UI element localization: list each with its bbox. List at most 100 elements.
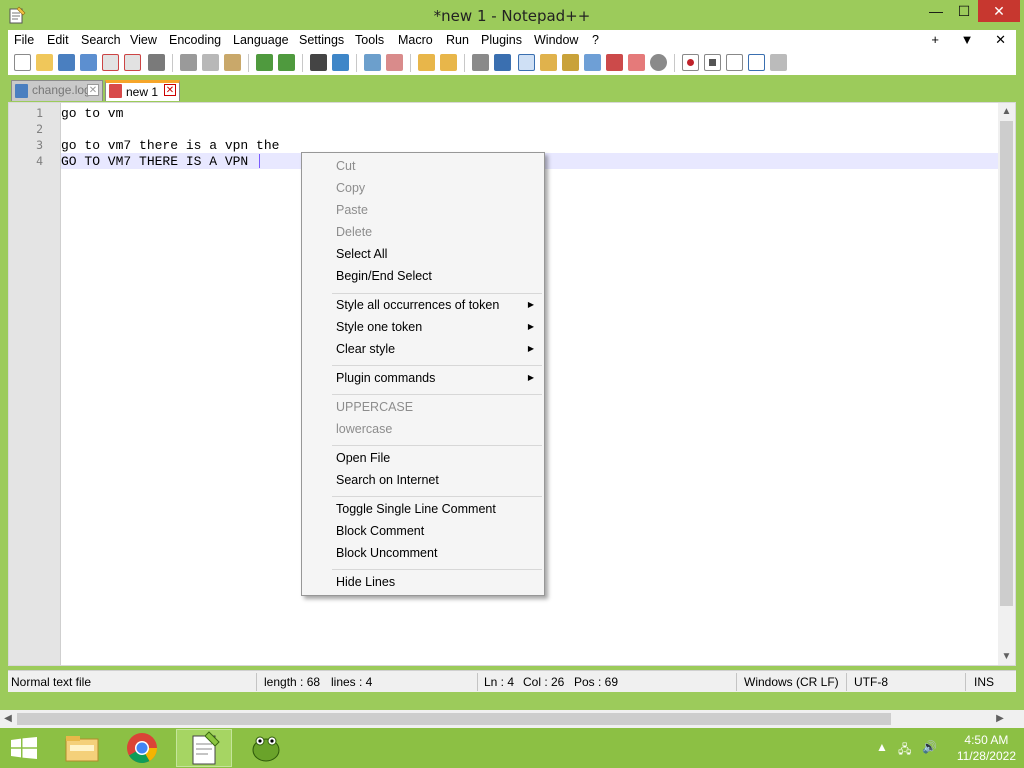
ctx-select-all[interactable]: Select All bbox=[336, 247, 387, 261]
ctx-paste[interactable]: Paste bbox=[336, 203, 368, 217]
chrome-taskbar-button[interactable] bbox=[114, 729, 170, 767]
scroll-left-arrow-icon[interactable]: ◀ bbox=[0, 710, 16, 728]
menu-edit[interactable]: Edit bbox=[47, 33, 69, 47]
tab-list-dropdown-icon[interactable]: ▼ bbox=[961, 32, 974, 47]
tab-change-log[interactable]: change.log ✕ bbox=[11, 80, 103, 101]
network-icon[interactable]: 🖧 bbox=[898, 740, 911, 761]
ctx-uppercase[interactable]: UPPERCASE bbox=[336, 400, 413, 414]
ctx-hide-lines[interactable]: Hide Lines bbox=[336, 575, 395, 589]
menu-file[interactable]: File bbox=[14, 33, 34, 47]
ctx-plugin-commands[interactable]: Plugin commands bbox=[336, 371, 435, 385]
tab-close-icon[interactable]: ✕ bbox=[87, 84, 99, 96]
record-bubble-icon[interactable] bbox=[650, 54, 667, 71]
scroll-down-arrow-icon[interactable]: ▼ bbox=[998, 648, 1015, 665]
macro-run-multiple-icon[interactable] bbox=[748, 54, 765, 71]
undo-icon[interactable] bbox=[256, 54, 273, 71]
menu-search[interactable]: Search bbox=[81, 33, 121, 47]
vertical-scroll-thumb[interactable] bbox=[1000, 121, 1013, 606]
ctx-lowercase[interactable]: lowercase bbox=[336, 422, 392, 436]
scroll-right-arrow-icon[interactable]: ▶ bbox=[992, 710, 1008, 728]
zoom-out-icon[interactable] bbox=[386, 54, 403, 71]
status-eol-format[interactable]: Windows (CR LF) bbox=[744, 675, 839, 689]
function-list-icon[interactable] bbox=[584, 54, 601, 71]
menu-encoding[interactable]: Encoding bbox=[169, 33, 221, 47]
macro-save-icon[interactable] bbox=[770, 54, 787, 71]
ctx-style-one-token[interactable]: Style one token bbox=[336, 320, 422, 334]
minimize-button[interactable]: — bbox=[920, 0, 952, 22]
volume-icon[interactable]: 🔊 bbox=[922, 740, 937, 754]
macro-play-icon[interactable] bbox=[726, 54, 743, 71]
ctx-toggle-single-line-comment[interactable]: Toggle Single Line Comment bbox=[336, 502, 496, 516]
zoom-in-icon[interactable] bbox=[364, 54, 381, 71]
cut-icon[interactable] bbox=[180, 54, 197, 71]
sync-vertical-icon[interactable] bbox=[418, 54, 435, 71]
redo-icon[interactable] bbox=[278, 54, 295, 71]
menu-plugins[interactable]: Plugins bbox=[481, 33, 522, 47]
macro-stop-icon[interactable] bbox=[704, 54, 721, 71]
ctx-begin-end-select[interactable]: Begin/End Select bbox=[336, 269, 432, 283]
vertical-scrollbar[interactable]: ▲ ▼ bbox=[998, 103, 1015, 665]
code-line[interactable]: GO TO VM7 THERE IS A VPN bbox=[61, 154, 256, 169]
print-icon[interactable] bbox=[148, 54, 165, 71]
show-hidden-icons-icon[interactable]: ▲ bbox=[876, 740, 888, 754]
horizontal-scroll-thumb[interactable] bbox=[17, 713, 891, 725]
menu-tools[interactable]: Tools bbox=[355, 33, 384, 47]
macro-record-icon[interactable] bbox=[682, 54, 699, 71]
menu-run[interactable]: Run bbox=[446, 33, 469, 47]
code-line[interactable]: go to vm bbox=[61, 106, 123, 121]
menu-help[interactable]: ? bbox=[592, 33, 599, 47]
sync-horizontal-icon[interactable] bbox=[440, 54, 457, 71]
menu-view[interactable]: View bbox=[130, 33, 157, 47]
windows-start-icon[interactable] bbox=[10, 737, 38, 759]
status-insert-mode[interactable]: INS bbox=[974, 675, 994, 689]
tab-new-1[interactable]: new 1 ✕ bbox=[105, 80, 180, 101]
ctx-copy[interactable]: Copy bbox=[336, 181, 365, 195]
title-bar[interactable]: *new 1 - Notepad++ — ☐ ✕ bbox=[0, 0, 1024, 30]
ctx-block-comment[interactable]: Block Comment bbox=[336, 524, 424, 538]
notepadpp-taskbar-button[interactable] bbox=[176, 729, 232, 767]
replace-icon[interactable] bbox=[332, 54, 349, 71]
menu-settings[interactable]: Settings bbox=[299, 33, 344, 47]
new-file-icon[interactable] bbox=[14, 54, 31, 71]
scroll-up-arrow-icon[interactable]: ▲ bbox=[998, 103, 1015, 120]
menu-macro[interactable]: Macro bbox=[398, 33, 433, 47]
toolbar-separator bbox=[302, 54, 303, 72]
code-line[interactable]: go to vm7 there is a vpn the bbox=[61, 138, 279, 153]
ctx-search-on-internet[interactable]: Search on Internet bbox=[336, 473, 439, 487]
folder-as-workspace-icon[interactable] bbox=[606, 54, 623, 71]
line-number: 3 bbox=[36, 138, 43, 152]
open-file-icon[interactable] bbox=[36, 54, 53, 71]
maximize-button[interactable]: ☐ bbox=[950, 0, 978, 22]
close-window-button[interactable]: ✕ bbox=[978, 0, 1020, 22]
menu-window[interactable]: Window bbox=[534, 33, 578, 47]
paste-icon[interactable] bbox=[224, 54, 241, 71]
show-all-characters-icon[interactable] bbox=[494, 54, 511, 71]
document-map-icon[interactable] bbox=[562, 54, 579, 71]
copy-icon[interactable] bbox=[202, 54, 219, 71]
ctx-open-file[interactable]: Open File bbox=[336, 451, 390, 465]
app-taskbar-button[interactable] bbox=[238, 729, 294, 767]
close-document-icon[interactable]: ✕ bbox=[995, 32, 1006, 47]
tab-close-icon[interactable]: ✕ bbox=[164, 84, 176, 96]
menu-language[interactable]: Language bbox=[233, 33, 289, 47]
find-icon[interactable] bbox=[310, 54, 327, 71]
ctx-style-all-occurrences[interactable]: Style all occurrences of token bbox=[336, 298, 499, 312]
horizontal-scrollbar[interactable]: ◀ ▶ bbox=[0, 710, 1024, 728]
ctx-block-uncomment[interactable]: Block Uncomment bbox=[336, 546, 437, 560]
close-icon[interactable] bbox=[102, 54, 119, 71]
language-udl-icon[interactable] bbox=[540, 54, 557, 71]
word-wrap-icon[interactable] bbox=[472, 54, 489, 71]
new-tab-plus-icon[interactable]: + bbox=[931, 32, 939, 47]
ctx-delete[interactable]: Delete bbox=[336, 225, 372, 239]
save-icon[interactable] bbox=[58, 54, 75, 71]
monitoring-icon[interactable] bbox=[628, 54, 645, 71]
file-explorer-taskbar-button[interactable] bbox=[54, 729, 110, 767]
indent-guide-icon[interactable] bbox=[518, 54, 535, 71]
close-all-icon[interactable] bbox=[124, 54, 141, 71]
status-encoding[interactable]: UTF-8 bbox=[854, 675, 888, 689]
submenu-arrow-icon: ▶ bbox=[527, 373, 534, 382]
ctx-cut[interactable]: Cut bbox=[336, 159, 355, 173]
ctx-clear-style[interactable]: Clear style bbox=[336, 342, 395, 356]
system-clock[interactable]: 4:50 AM 11/28/2022 bbox=[957, 732, 1016, 764]
save-all-icon[interactable] bbox=[80, 54, 97, 71]
